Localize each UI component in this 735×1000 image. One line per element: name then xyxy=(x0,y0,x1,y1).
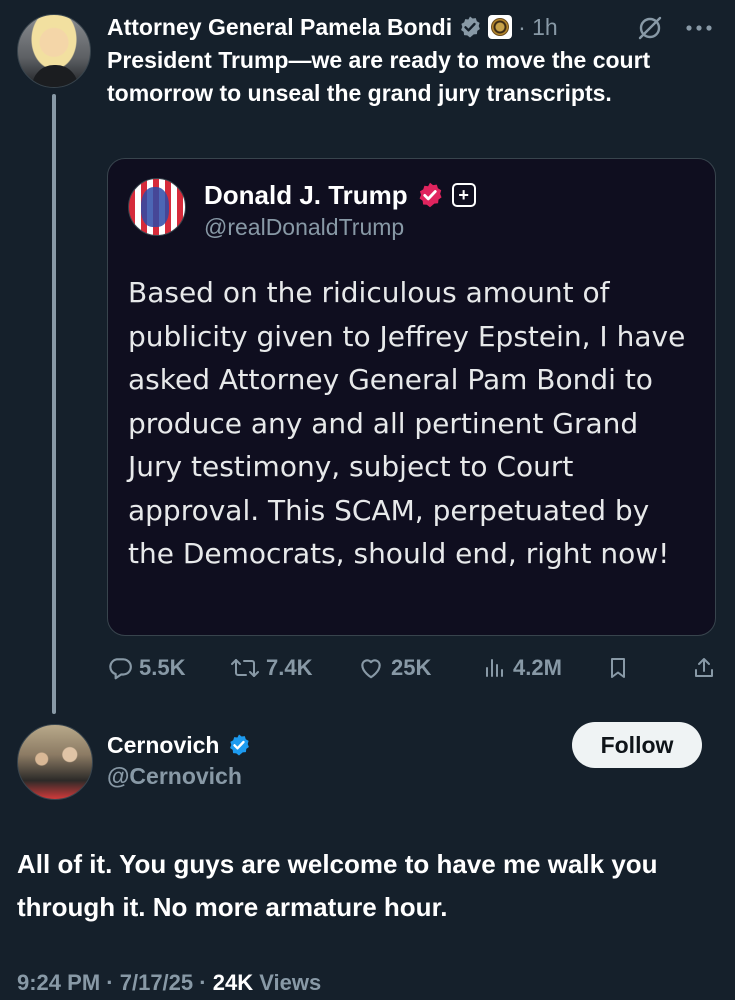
repost-button[interactable]: 7.4K xyxy=(230,650,312,686)
reply-author-handle[interactable]: @Cernovich xyxy=(107,763,242,790)
repost-icon xyxy=(230,655,260,681)
reply-author-name[interactable]: Cernovich xyxy=(107,732,219,759)
heart-icon xyxy=(357,655,385,681)
reply-icon xyxy=(107,655,133,681)
tweet-views-label: Views xyxy=(259,970,322,995)
share-icon[interactable] xyxy=(692,650,716,686)
quoted-author-handle[interactable]: @realDonaldTrump xyxy=(204,214,404,241)
tweet-time[interactable]: 9:24 PM xyxy=(17,970,100,995)
views-count: 4.2M xyxy=(513,655,562,680)
repost-count: 7.4K xyxy=(266,655,313,680)
reply-tweet-text: All of it. You guys are welcome to have … xyxy=(17,849,658,922)
parent-author-name[interactable]: Attorney General Pamela Bondi xyxy=(107,14,452,41)
thread-line xyxy=(52,94,56,714)
trump-avatar[interactable] xyxy=(128,178,186,236)
cernovich-avatar[interactable] xyxy=(17,724,93,800)
tweet-views-count: 24K xyxy=(212,970,254,995)
pink-verified-badge-icon[interactable] xyxy=(416,181,444,209)
plus-icon[interactable]: + xyxy=(451,183,476,207)
separator-dot: · xyxy=(199,970,213,995)
grok-icon[interactable] xyxy=(636,14,664,47)
bondi-avatar[interactable] xyxy=(17,14,91,88)
bookmark-icon[interactable] xyxy=(606,650,630,686)
quoted-tweet-header: Donald J. Trump + xyxy=(204,178,476,212)
more-icon[interactable] xyxy=(684,18,714,43)
gray-verified-badge-icon[interactable] xyxy=(458,15,482,39)
reply-tweet-header: Cernovich xyxy=(107,729,251,761)
doj-seal-icon[interactable] xyxy=(488,15,513,39)
parent-tweet-time[interactable]: · 1h xyxy=(518,14,558,41)
reply-tweet-footer: 9:24 PM · 7/17/25 · 24K Views xyxy=(17,970,321,996)
parent-tweet-header: Attorney General Pamela Bondi · 1h xyxy=(107,12,558,42)
quoted-author-name[interactable]: Donald J. Trump xyxy=(204,180,408,211)
reply-count: 5.5K xyxy=(139,655,186,680)
views-button[interactable]: 4.2M xyxy=(483,650,562,686)
like-button[interactable]: 25K xyxy=(357,650,431,686)
separator-dot: · xyxy=(106,970,120,995)
tweet-date[interactable]: 7/17/25 xyxy=(120,970,193,995)
quoted-tweet-text: Based on the ridiculous amount of public… xyxy=(128,276,686,570)
views-icon xyxy=(483,655,507,681)
follow-button[interactable]: Follow xyxy=(572,722,702,768)
blue-verified-badge-icon[interactable] xyxy=(227,733,251,757)
parent-tweet-text: President Trump—we are ready to move the… xyxy=(107,47,651,106)
like-count: 25K xyxy=(391,655,432,680)
reply-button[interactable]: 5.5K xyxy=(107,650,185,686)
